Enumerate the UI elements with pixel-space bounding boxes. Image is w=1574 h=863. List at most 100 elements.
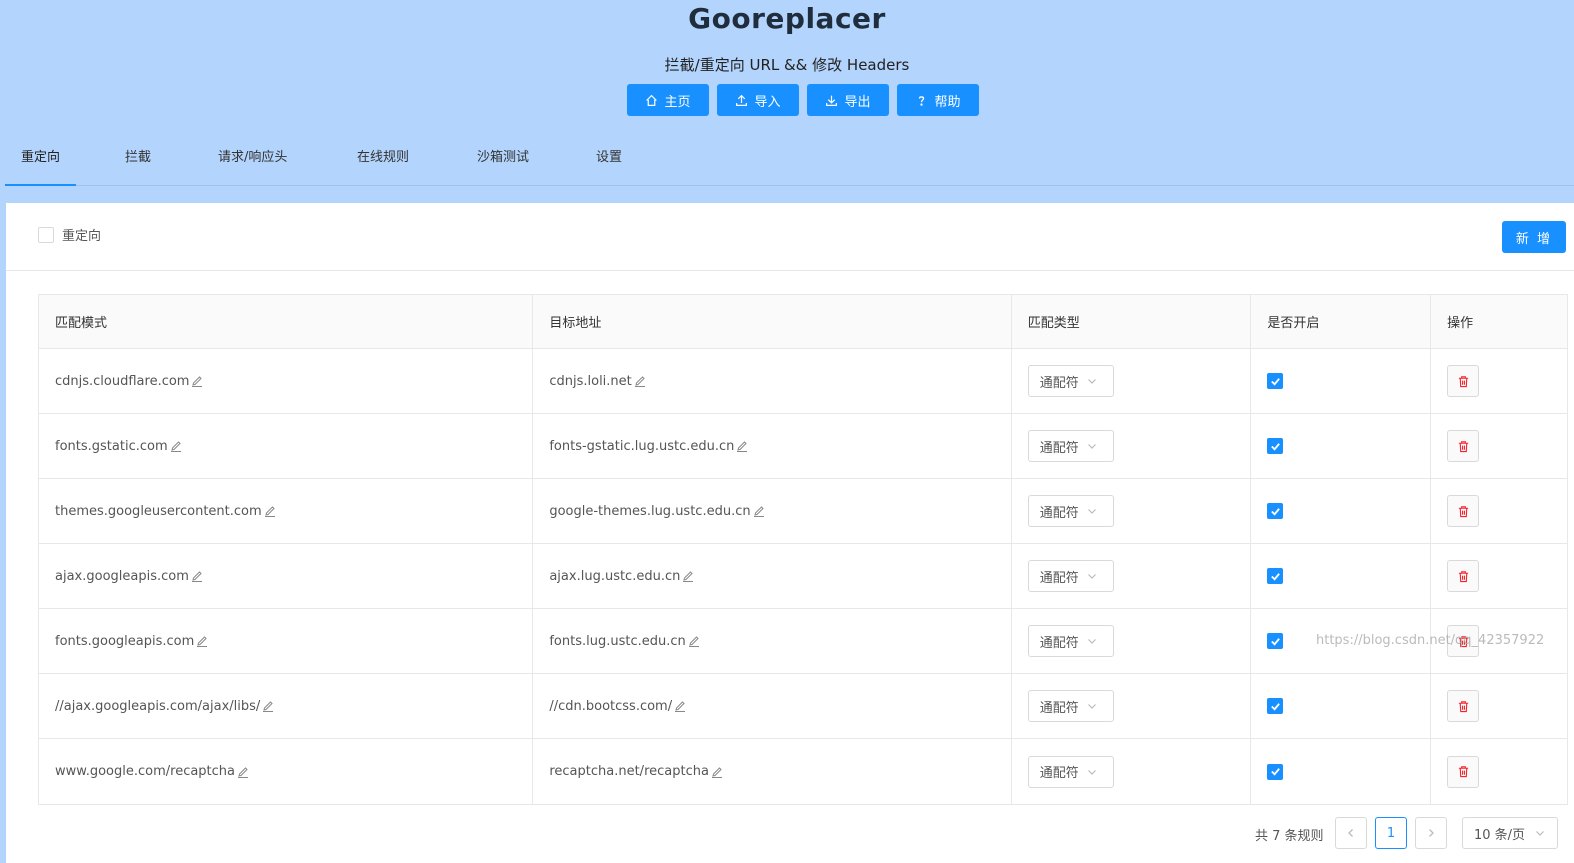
edit-icon[interactable]	[264, 505, 276, 517]
import-button-label: 导入	[754, 94, 781, 110]
header-match-type: 匹配类型	[1012, 295, 1252, 348]
target-cell[interactable]: google-themes.lug.ustc.edu.cn	[533, 479, 1012, 543]
enabled-checkbox[interactable]	[1267, 438, 1284, 454]
check-icon	[1271, 637, 1280, 646]
edit-icon[interactable]	[262, 700, 274, 712]
target-cell[interactable]: recaptcha.net/recaptcha	[533, 739, 1012, 804]
delete-button[interactable]	[1447, 430, 1480, 462]
target-text: //cdn.bootcss.com/	[549, 698, 673, 714]
target-cell[interactable]: fonts.lug.ustc.edu.cn	[533, 609, 1012, 673]
match-type-select[interactable]: 通配符	[1027, 560, 1114, 592]
edit-icon[interactable]	[170, 440, 182, 452]
target-text: cdnjs.loli.net	[549, 373, 632, 389]
target-text: ajax.lug.ustc.edu.cn	[549, 568, 681, 584]
chevron-left-icon	[1348, 829, 1353, 837]
tab-settings[interactable]: 设置	[580, 136, 638, 186]
check-icon	[1271, 702, 1280, 711]
top-button-group: 主页 导入 导出 帮助	[627, 84, 979, 116]
target-text: google-themes.lug.ustc.edu.cn	[549, 503, 751, 519]
pattern-cell[interactable]: www.google.com/recaptcha	[39, 739, 534, 804]
page-size-select[interactable]: 10 条/页	[1462, 817, 1558, 849]
table-row: cdnjs.cloudflare.com cdnjs.loli.net 通配符	[39, 349, 1567, 414]
pattern-text: themes.googleusercontent.com	[55, 503, 262, 519]
edit-icon[interactable]	[736, 440, 748, 452]
actions-cell	[1431, 739, 1567, 804]
edit-icon[interactable]	[237, 766, 249, 778]
delete-button[interactable]	[1447, 690, 1480, 722]
pattern-text: ajax.googleapis.com	[55, 568, 189, 584]
enabled-cell	[1251, 349, 1432, 413]
edit-icon[interactable]	[753, 505, 765, 517]
edit-icon[interactable]	[688, 635, 700, 647]
enabled-checkbox[interactable]	[1267, 373, 1284, 389]
add-rule-button[interactable]: 新 增	[1502, 221, 1566, 253]
match-type-select[interactable]: 通配符	[1027, 365, 1114, 397]
edit-icon[interactable]	[191, 375, 203, 387]
enabled-cell	[1251, 739, 1432, 804]
pattern-cell[interactable]: themes.googleusercontent.com	[39, 479, 534, 543]
edit-icon[interactable]	[711, 766, 723, 778]
delete-button[interactable]	[1447, 495, 1480, 527]
enabled-cell	[1251, 674, 1432, 738]
help-button[interactable]: 帮助	[897, 84, 979, 116]
edit-icon[interactable]	[634, 375, 646, 387]
delete-button[interactable]	[1447, 560, 1480, 592]
enabled-checkbox[interactable]	[1267, 633, 1284, 649]
match-type-select[interactable]: 通配符	[1027, 755, 1114, 788]
target-text: recaptcha.net/recaptcha	[549, 764, 709, 779]
tab-sandbox[interactable]: 沙箱测试	[461, 136, 545, 186]
chevron-down-icon	[1087, 444, 1096, 449]
edit-icon[interactable]	[674, 700, 686, 712]
pattern-cell[interactable]: fonts.googleapis.com	[39, 609, 534, 673]
trash-icon	[1458, 766, 1468, 778]
match-type-select[interactable]: 通配符	[1027, 625, 1114, 657]
actions-cell	[1431, 479, 1567, 543]
pattern-text: //ajax.googleapis.com/ajax/libs/	[55, 698, 261, 714]
enabled-checkbox[interactable]	[1267, 698, 1284, 714]
target-cell[interactable]: //cdn.bootcss.com/	[533, 674, 1012, 738]
tab-online-rules[interactable]: 在线规则	[341, 136, 425, 186]
enabled-checkbox[interactable]	[1267, 763, 1284, 780]
edit-icon[interactable]	[196, 635, 208, 647]
delete-button[interactable]	[1447, 365, 1480, 397]
target-cell[interactable]: cdnjs.loli.net	[533, 349, 1012, 413]
export-button[interactable]: 导出	[807, 84, 889, 116]
pattern-cell[interactable]: cdnjs.cloudflare.com	[39, 349, 534, 413]
table-row: fonts.gstatic.com fonts-gstatic.lug.ustc…	[39, 414, 1567, 479]
page-1-button[interactable]: 1	[1375, 817, 1407, 849]
chevron-down-icon	[1087, 379, 1096, 384]
table-row: www.google.com/recaptcha recaptcha.net/r…	[39, 739, 1567, 804]
next-page-button[interactable]	[1415, 817, 1447, 849]
enabled-checkbox[interactable]	[1267, 568, 1284, 584]
match-type-select[interactable]: 通配符	[1027, 495, 1114, 527]
match-type-value: 通配符	[1039, 700, 1079, 716]
trash-icon	[1458, 440, 1468, 452]
check-icon	[1271, 442, 1280, 451]
target-cell[interactable]: ajax.lug.ustc.edu.cn	[533, 544, 1012, 608]
home-button[interactable]: 主页	[627, 84, 709, 116]
master-checkbox[interactable]	[38, 226, 54, 243]
check-icon	[1271, 377, 1280, 386]
watermark: https://blog.csdn.net/qq_42357922	[1316, 633, 1545, 648]
tab-headers[interactable]: 请求/响应头	[202, 136, 303, 186]
tab-redirect[interactable]: 重定向	[5, 136, 77, 186]
edit-icon[interactable]	[682, 570, 694, 582]
enabled-checkbox[interactable]	[1267, 503, 1284, 519]
actions-cell	[1431, 544, 1567, 608]
pattern-cell[interactable]: //ajax.googleapis.com/ajax/libs/	[39, 674, 534, 738]
match-type-value: 通配符	[1039, 440, 1079, 456]
actions-cell	[1431, 414, 1567, 478]
edit-icon[interactable]	[191, 570, 203, 582]
delete-button[interactable]	[1447, 755, 1480, 788]
pattern-cell[interactable]: ajax.googleapis.com	[39, 544, 534, 608]
pattern-cell[interactable]: fonts.gstatic.com	[39, 414, 534, 478]
target-cell[interactable]: fonts-gstatic.lug.ustc.edu.cn	[533, 414, 1012, 478]
match-type-select[interactable]: 通配符	[1027, 690, 1114, 722]
tab-block[interactable]: 拦截	[109, 136, 167, 186]
enabled-cell	[1251, 479, 1432, 543]
match-type-select[interactable]: 通配符	[1027, 430, 1114, 462]
help-button-label: 帮助	[934, 94, 961, 110]
import-button[interactable]: 导入	[717, 84, 799, 116]
redirect-master-toggle[interactable]: 重定向	[38, 225, 101, 244]
prev-page-button[interactable]	[1335, 817, 1367, 849]
